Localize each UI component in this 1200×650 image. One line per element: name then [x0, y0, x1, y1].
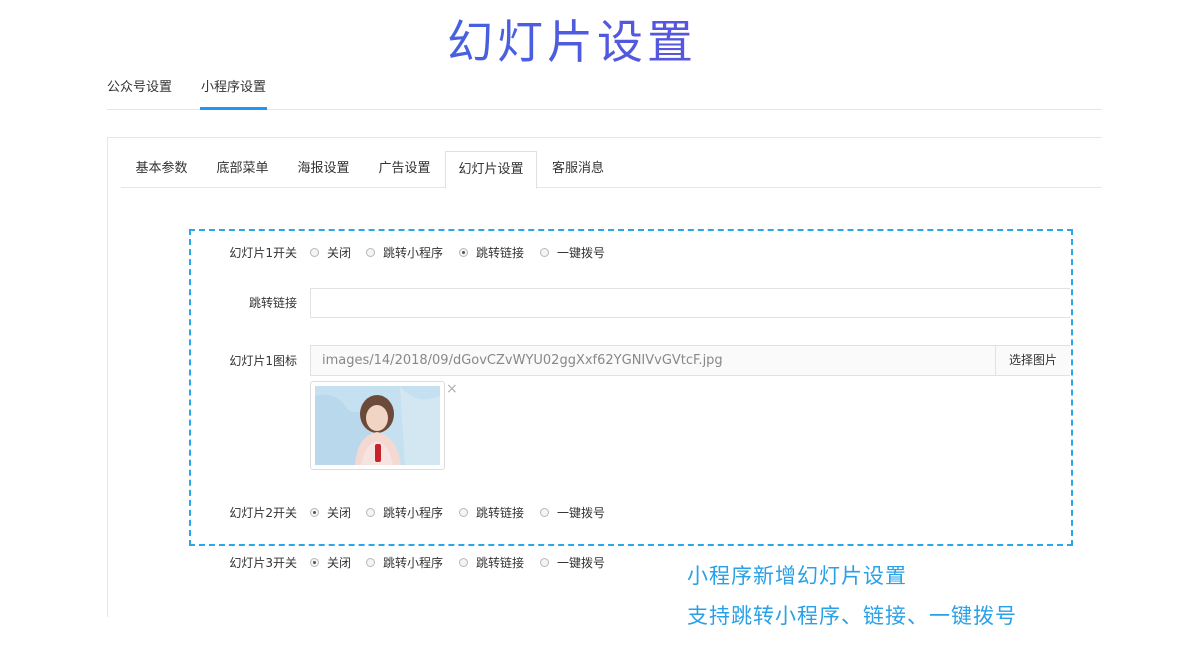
sub-tab-bar: 基本参数 底部菜单 海报设置 广告设置 幻灯片设置 客服消息: [121, 151, 1102, 189]
slide1-radio-close[interactable]: 关闭: [310, 244, 351, 261]
radio-dot-icon: [310, 248, 319, 257]
slide2-radio-jump-link[interactable]: 跳转链接: [459, 504, 524, 521]
radio-dot-icon: [459, 558, 468, 567]
tab-slideshow-settings[interactable]: 幻灯片设置: [445, 151, 537, 189]
tab-basic-params[interactable]: 基本参数: [121, 151, 202, 188]
radio-dot-icon: [540, 508, 549, 517]
tab-official-account-settings[interactable]: 公众号设置: [107, 78, 172, 110]
slide-image: [315, 386, 440, 465]
radio-dot-checked-icon: [310, 508, 319, 517]
radio-dot-icon: [459, 508, 468, 517]
tab-customer-service[interactable]: 客服消息: [537, 151, 619, 188]
banner-title: 幻灯片设置: [0, 12, 1144, 72]
slide1-radio-jump-link[interactable]: 跳转链接: [459, 244, 524, 261]
radio-dot-icon: [540, 558, 549, 567]
tab-mini-program-settings[interactable]: 小程序设置: [200, 78, 268, 110]
slide1-thumbnail: [310, 381, 445, 470]
slide2-switch-label: 幻灯片2开关: [229, 506, 297, 520]
tab-bottom-menu[interactable]: 底部菜单: [202, 151, 283, 188]
radio-dot-checked-icon: [310, 558, 319, 567]
slide3-radio-close[interactable]: 关闭: [310, 554, 351, 571]
slide3-radio-jump-link[interactable]: 跳转链接: [459, 554, 524, 571]
radio-dot-icon: [366, 558, 375, 567]
radio-dot-icon: [540, 248, 549, 257]
pick-image-button[interactable]: 选择图片: [995, 345, 1070, 376]
tab-ad-settings[interactable]: 广告设置: [364, 151, 445, 188]
slide2-radio-close[interactable]: 关闭: [310, 504, 351, 521]
slide1-radio-one-click-call[interactable]: 一键拨号: [540, 244, 605, 261]
slide1-icon-label: 幻灯片1图标: [229, 354, 297, 368]
slide3-switch-label: 幻灯片3开关: [229, 556, 297, 570]
radio-dot-icon: [366, 508, 375, 517]
slide3-radio-jump-miniprogram[interactable]: 跳转小程序: [366, 554, 443, 571]
jump-link-label: 跳转链接: [248, 296, 297, 310]
radio-dot-checked-icon: [459, 248, 468, 257]
slide3-radio-one-click-call[interactable]: 一键拨号: [540, 554, 605, 571]
slide2-radio-jump-miniprogram[interactable]: 跳转小程序: [366, 504, 443, 521]
slide1-icon-path-field[interactable]: images/14/2018/09/dGovCZvWYU02ggXxf62YGN…: [310, 345, 996, 376]
jump-link-input[interactable]: [310, 288, 1070, 318]
top-tab-bar: 公众号设置 小程序设置: [107, 74, 1102, 110]
promo-line-2: 支持跳转小程序、链接、一键拨号: [687, 604, 1017, 628]
slide1-radio-jump-miniprogram[interactable]: 跳转小程序: [366, 244, 443, 261]
slide1-switch-label: 幻灯片1开关: [229, 246, 297, 260]
radio-dot-icon: [366, 248, 375, 257]
remove-image-icon[interactable]: ×: [446, 382, 458, 396]
slide2-radio-one-click-call[interactable]: 一键拨号: [540, 504, 605, 521]
tab-poster-settings[interactable]: 海报设置: [283, 151, 364, 188]
promo-line-1: 小程序新增幻灯片设置: [687, 564, 907, 588]
